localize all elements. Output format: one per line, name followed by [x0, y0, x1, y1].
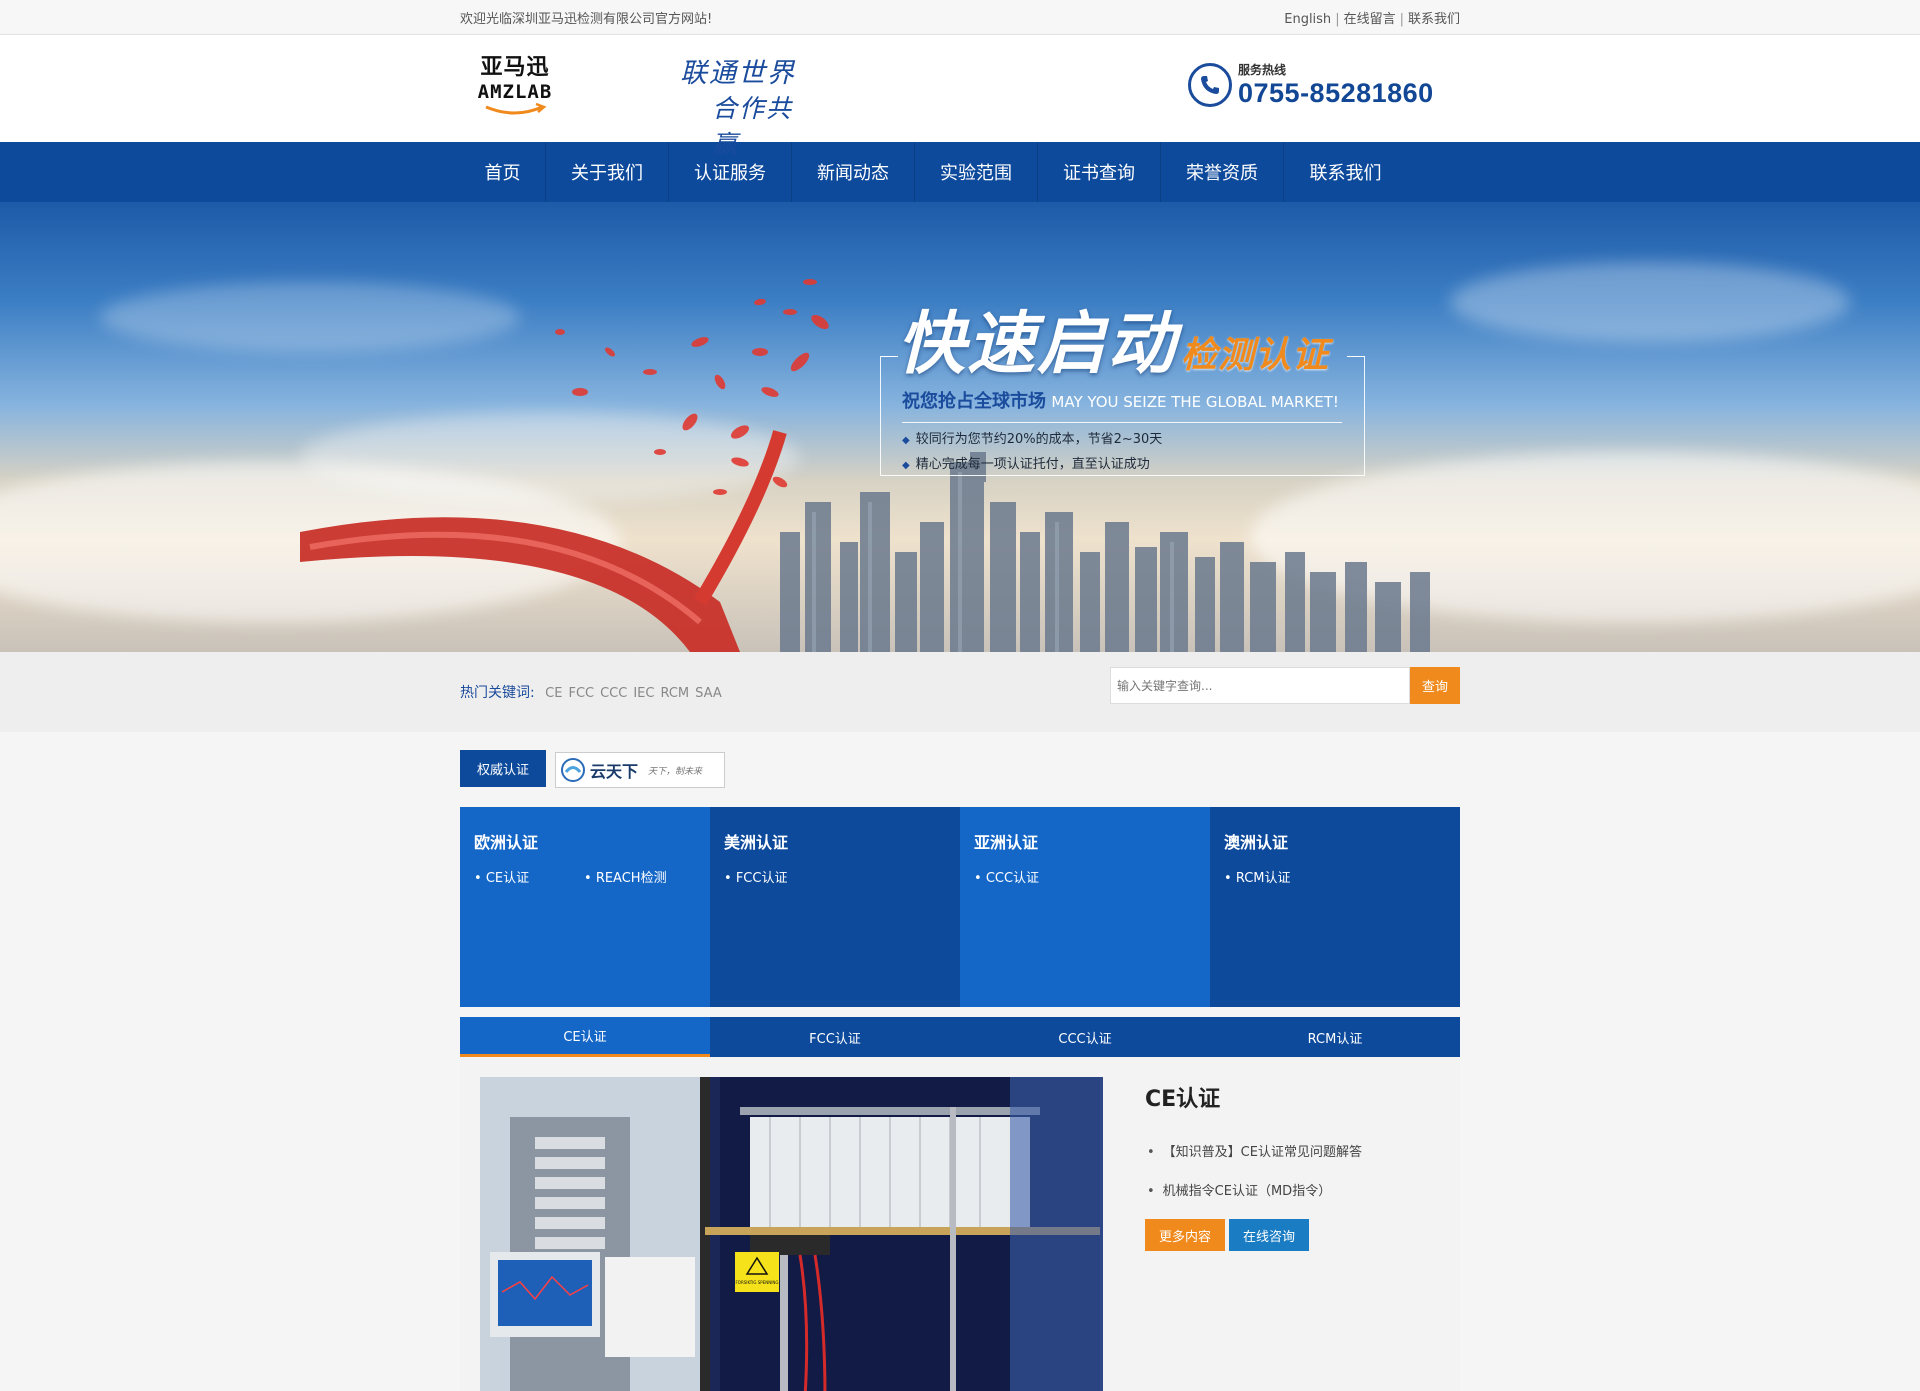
contact-us-link[interactable]: 联系我们 [1408, 12, 1460, 27]
region-grid: 欧洲认证 • CE认证 • REACH检测 美洲认证 • FCC认证 亚洲认证 … [460, 807, 1460, 1007]
welcome-text: 欢迎光临深圳亚马迅检测有限公司官方网站! [460, 12, 713, 27]
logo-en: AMZLAB [477, 81, 553, 103]
keyword-link[interactable]: CCC [600, 686, 627, 701]
nav-item-contact[interactable]: 联系我们 [1284, 142, 1407, 202]
slogan: 联通世界 合作共赢 [678, 47, 818, 159]
tab-fcc[interactable]: FCC认证 [710, 1017, 960, 1057]
tab-info-title: CE认证 [1145, 1087, 1221, 1112]
cloud-logo-icon [561, 758, 585, 782]
keyword-link[interactable]: FCC [568, 686, 594, 701]
nav-item-services[interactable]: 认证服务 [669, 142, 792, 202]
hero-banner: 快速启动 检测认证 祝您抢占全球市场 MAY YOU SEIZE THE GLOB… [0, 202, 1920, 652]
region-title: 亚洲认证 [974, 833, 1039, 852]
region-title: 澳洲认证 [1224, 833, 1289, 852]
site-header: 亚马迅 AMZLAB 联通世界 合作共赢 服务热线 0755-85281860 [0, 35, 1920, 159]
lab-warning-sign: FORSIKTIG SPENNING [735, 1280, 779, 1285]
region-title: 美洲认证 [724, 833, 789, 852]
keyword-link[interactable]: CE [545, 686, 562, 701]
keyword-link[interactable]: RCM [660, 686, 689, 701]
hotline-number: 0755-85281860 [1238, 78, 1434, 108]
region-item[interactable]: • CE认证 [474, 867, 584, 886]
partner-name: 云天下 [590, 762, 639, 781]
online-consult-button[interactable]: 在线咨询 [1229, 1219, 1310, 1251]
tab-content: FORSIKTIG SPENNING CE认证 【知识普及】CE认证常见问题解答… [460, 1057, 1460, 1391]
region-asia[interactable]: 亚洲认证 • CCC认证 [960, 807, 1210, 1007]
banner-divider [902, 422, 1342, 423]
hotline-label: 服务热线 [1238, 63, 1287, 77]
nav-item-honors[interactable]: 荣誉资质 [1161, 142, 1284, 202]
tab-rcm[interactable]: RCM认证 [1210, 1017, 1460, 1057]
logo-cn: 亚马迅 [480, 54, 550, 80]
banner-title-small: 检测认证 [1181, 335, 1330, 376]
search-button[interactable]: 查询 [1410, 667, 1460, 704]
hotline: 服务热线 0755-85281860 [1188, 55, 1434, 115]
nav-item-home[interactable]: 首页 [460, 142, 546, 202]
lab-photo: FORSIKTIG SPENNING [480, 1077, 1103, 1391]
cert-tabs: CE认证 FCC认证 CCC认证 RCM认证 [460, 1017, 1460, 1057]
tab-info: CE认证 【知识普及】CE认证常见问题解答 机械指令CE认证（MD指令） 更多内… [1145, 1081, 1445, 1251]
section-tag: 权威认证 [460, 750, 546, 787]
nav-item-certificate-query[interactable]: 证书查询 [1038, 142, 1161, 202]
banner-subline: 祝您抢占全球市场 MAY YOU SEIZE THE GLOBAL MARKET… [902, 387, 1339, 413]
smile-arrow-icon [485, 103, 547, 115]
banner-bullets: ◆ 较同行为您节约20%的成本，节省2~30天 ◆ 精心完成每一项认证托付，直至认证… [902, 428, 1162, 478]
banner-bullet: ◆ 较同行为您节约20%的成本，节省2~30天 [902, 432, 1163, 447]
nav-item-about[interactable]: 关于我们 [546, 142, 669, 202]
top-bar: 欢迎光临深圳亚马迅检测有限公司官方网站! English | 在线留言 | 联系我们 [0, 0, 1920, 35]
online-message-link[interactable]: 在线留言 [1344, 12, 1396, 27]
banner-headline: 快速启动 检测认证 [897, 310, 1377, 380]
region-america[interactable]: 美洲认证 • FCC认证 [710, 807, 960, 1007]
nav-item-lab-scope[interactable]: 实验范围 [915, 142, 1038, 202]
hot-keywords-label: 热门关键词: [460, 685, 535, 701]
partner-logo[interactable]: 云天下 天下，制未来 [555, 752, 725, 788]
hot-keywords: 热门关键词: CE FCC CCC IEC RCM SAA [460, 682, 722, 702]
banner-title-big: 快速启动 [897, 305, 1178, 384]
region-item[interactable]: • FCC认证 [724, 867, 834, 886]
section-header: 权威认证 云天下 天下，制未来 [460, 732, 1460, 807]
nav-item-news[interactable]: 新闻动态 [792, 142, 915, 202]
region-europe[interactable]: 欧洲认证 • CE认证 • REACH检测 [460, 807, 710, 1007]
region-item[interactable]: • REACH检测 [584, 867, 694, 886]
more-content-button[interactable]: 更多内容 [1145, 1219, 1226, 1251]
article-link[interactable]: 机械指令CE认证（MD指令） [1145, 1180, 1445, 1199]
top-links: English | 在线留言 | 联系我们 [1284, 12, 1460, 27]
main-nav: 首页 关于我们 认证服务 新闻动态 实验范围 证书查询 荣誉资质 联系我们 [0, 142, 1920, 202]
region-item[interactable]: • CCC认证 [974, 867, 1084, 886]
keyword-link[interactable]: SAA [695, 686, 722, 701]
article-link[interactable]: 【知识普及】CE认证常见问题解答 [1145, 1141, 1445, 1160]
slogan-line1: 联通世界 [680, 58, 796, 89]
region-oceania[interactable]: 澳洲认证 • RCM认证 [1210, 807, 1460, 1007]
region-item[interactable]: • RCM认证 [1224, 867, 1334, 886]
search-band: 热门关键词: CE FCC CCC IEC RCM SAA 查询 [0, 652, 1920, 732]
tab-ccc[interactable]: CCC认证 [960, 1017, 1210, 1057]
banner-bullet: ◆ 精心完成每一项认证托付，直至认证成功 [902, 457, 1150, 472]
keyword-link[interactable]: IEC [633, 686, 654, 701]
search-input[interactable] [1110, 667, 1410, 704]
banner-sub-en: MAY YOU SEIZE THE GLOBAL MARKET! [1051, 393, 1339, 411]
logo[interactable]: 亚马迅 AMZLAB [460, 43, 570, 135]
banner-sub-cn: 祝您抢占全球市场 [902, 391, 1046, 412]
search-form: 查询 [1110, 667, 1460, 704]
english-link[interactable]: English [1284, 12, 1331, 27]
partner-tagline: 天下，制未来 [648, 766, 703, 777]
region-title: 欧洲认证 [474, 833, 539, 852]
phone-icon [1188, 63, 1232, 107]
tab-ce[interactable]: CE认证 [460, 1017, 710, 1057]
